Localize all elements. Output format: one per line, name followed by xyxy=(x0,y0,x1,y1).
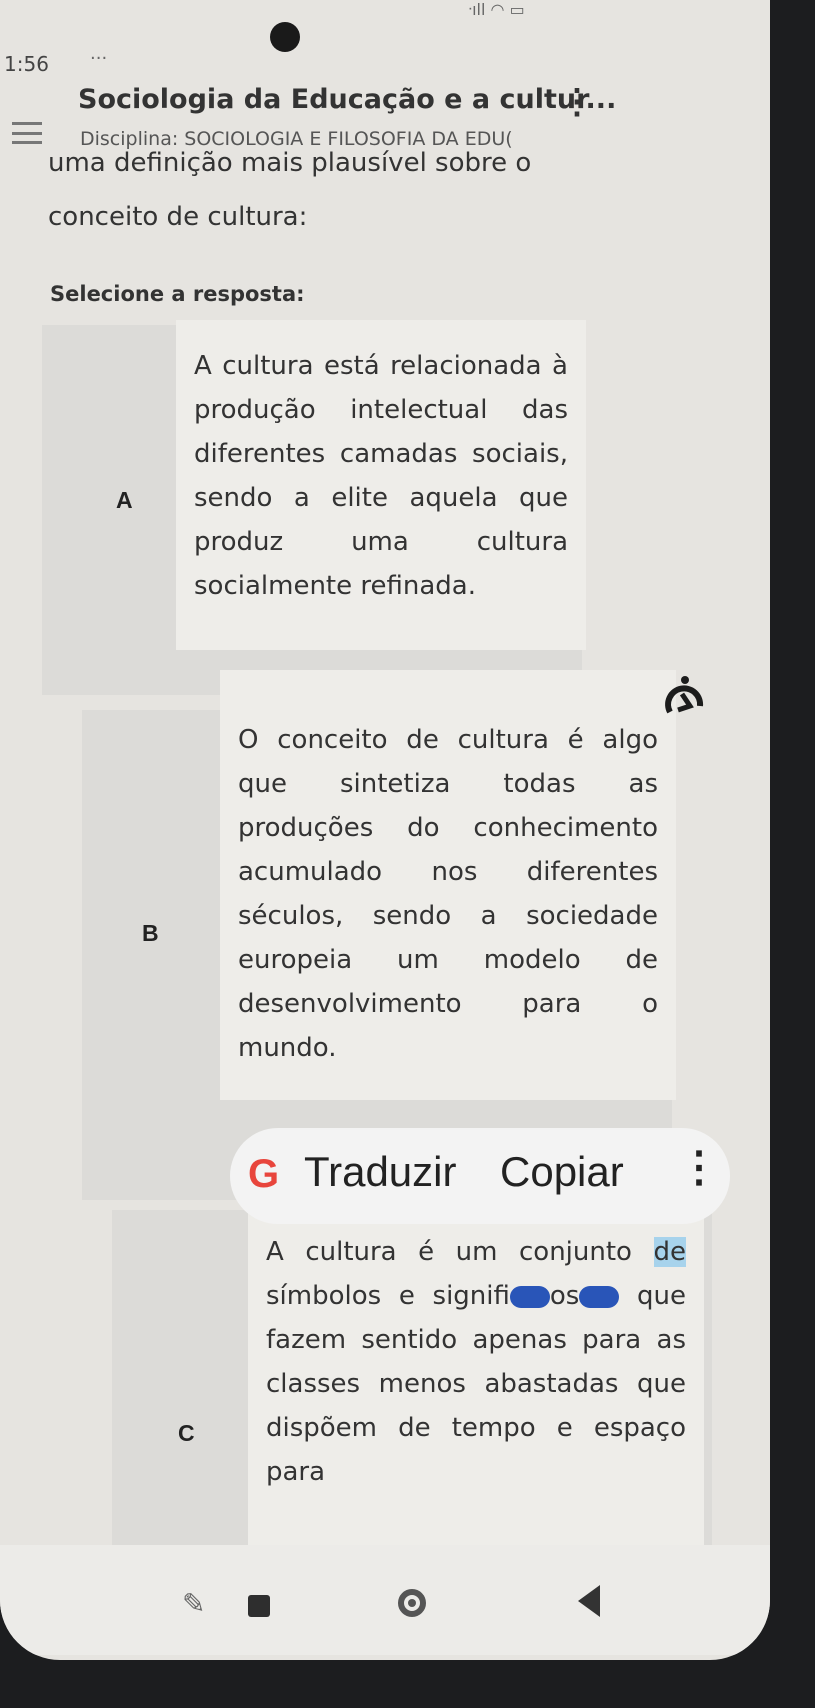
navigation-bar: ✎ xyxy=(0,1545,770,1655)
front-camera xyxy=(270,22,300,52)
selection-handle-right[interactable] xyxy=(579,1285,620,1308)
home-icon[interactable] xyxy=(398,1589,426,1617)
back-icon[interactable] xyxy=(578,1585,600,1617)
option-c[interactable]: C A cultura é um conjunto de símbolos e … xyxy=(112,1210,712,1550)
option-c-text-start: A cultura é um conjunto xyxy=(266,1237,654,1267)
option-c-letter: C xyxy=(178,1420,195,1446)
more-options-icon[interactable]: ⋮ xyxy=(560,82,594,122)
phone-screen: 1:56 ··· ᐧıll ◠ ▭ Sociologia da Educação… xyxy=(0,0,770,1660)
option-a[interactable]: A A cultura está relacionada à produção … xyxy=(42,320,586,695)
option-c-text[interactable]: A cultura é um conjunto de símbolos e si… xyxy=(248,1210,704,1550)
option-a-letter: A xyxy=(116,487,133,513)
google-g-icon: G xyxy=(248,1152,280,1196)
selection-handle-left[interactable] xyxy=(509,1285,550,1308)
status-notification-dots: ··· xyxy=(90,48,108,69)
recent-apps-icon[interactable] xyxy=(248,1595,270,1617)
hamburger-menu-icon[interactable] xyxy=(12,122,42,144)
answer-prompt: Selecione a resposta: xyxy=(50,282,305,306)
question-text: uma definição mais plausível sobre o con… xyxy=(48,148,532,232)
pen-icon[interactable]: ✎ xyxy=(182,1587,205,1620)
option-b[interactable]: B O conceito de cultura é algo que sinte… xyxy=(82,670,676,1200)
selected-text: os xyxy=(549,1281,580,1311)
page-title: Sociologia da Educação e a cultur... xyxy=(78,84,617,115)
copy-button[interactable]: Copiar xyxy=(500,1148,624,1196)
status-time: 1:56 xyxy=(4,52,49,76)
option-c-text-end: que fazem sentido apenas para as classes… xyxy=(266,1281,686,1487)
accessibility-float-icon[interactable] xyxy=(660,672,710,732)
option-b-text[interactable]: O conceito de cultura é algo que sinteti… xyxy=(220,670,676,1100)
translate-button[interactable]: Traduzir xyxy=(304,1148,456,1196)
highlighted-word: de xyxy=(653,1237,686,1267)
option-a-text[interactable]: A cultura está relacionada à produção in… xyxy=(176,320,586,650)
option-b-letter: B xyxy=(142,920,159,946)
text-selection-popup: G Traduzir Copiar ⋮ xyxy=(230,1128,730,1224)
signal-icon: ᐧıll ◠ ▭ xyxy=(468,0,525,19)
popup-more-icon[interactable]: ⋮ xyxy=(678,1142,720,1191)
status-bar: 1:56 ··· ᐧıll ◠ ▭ xyxy=(0,0,770,80)
option-c-text-mid: símbolos e signifi xyxy=(266,1281,510,1311)
